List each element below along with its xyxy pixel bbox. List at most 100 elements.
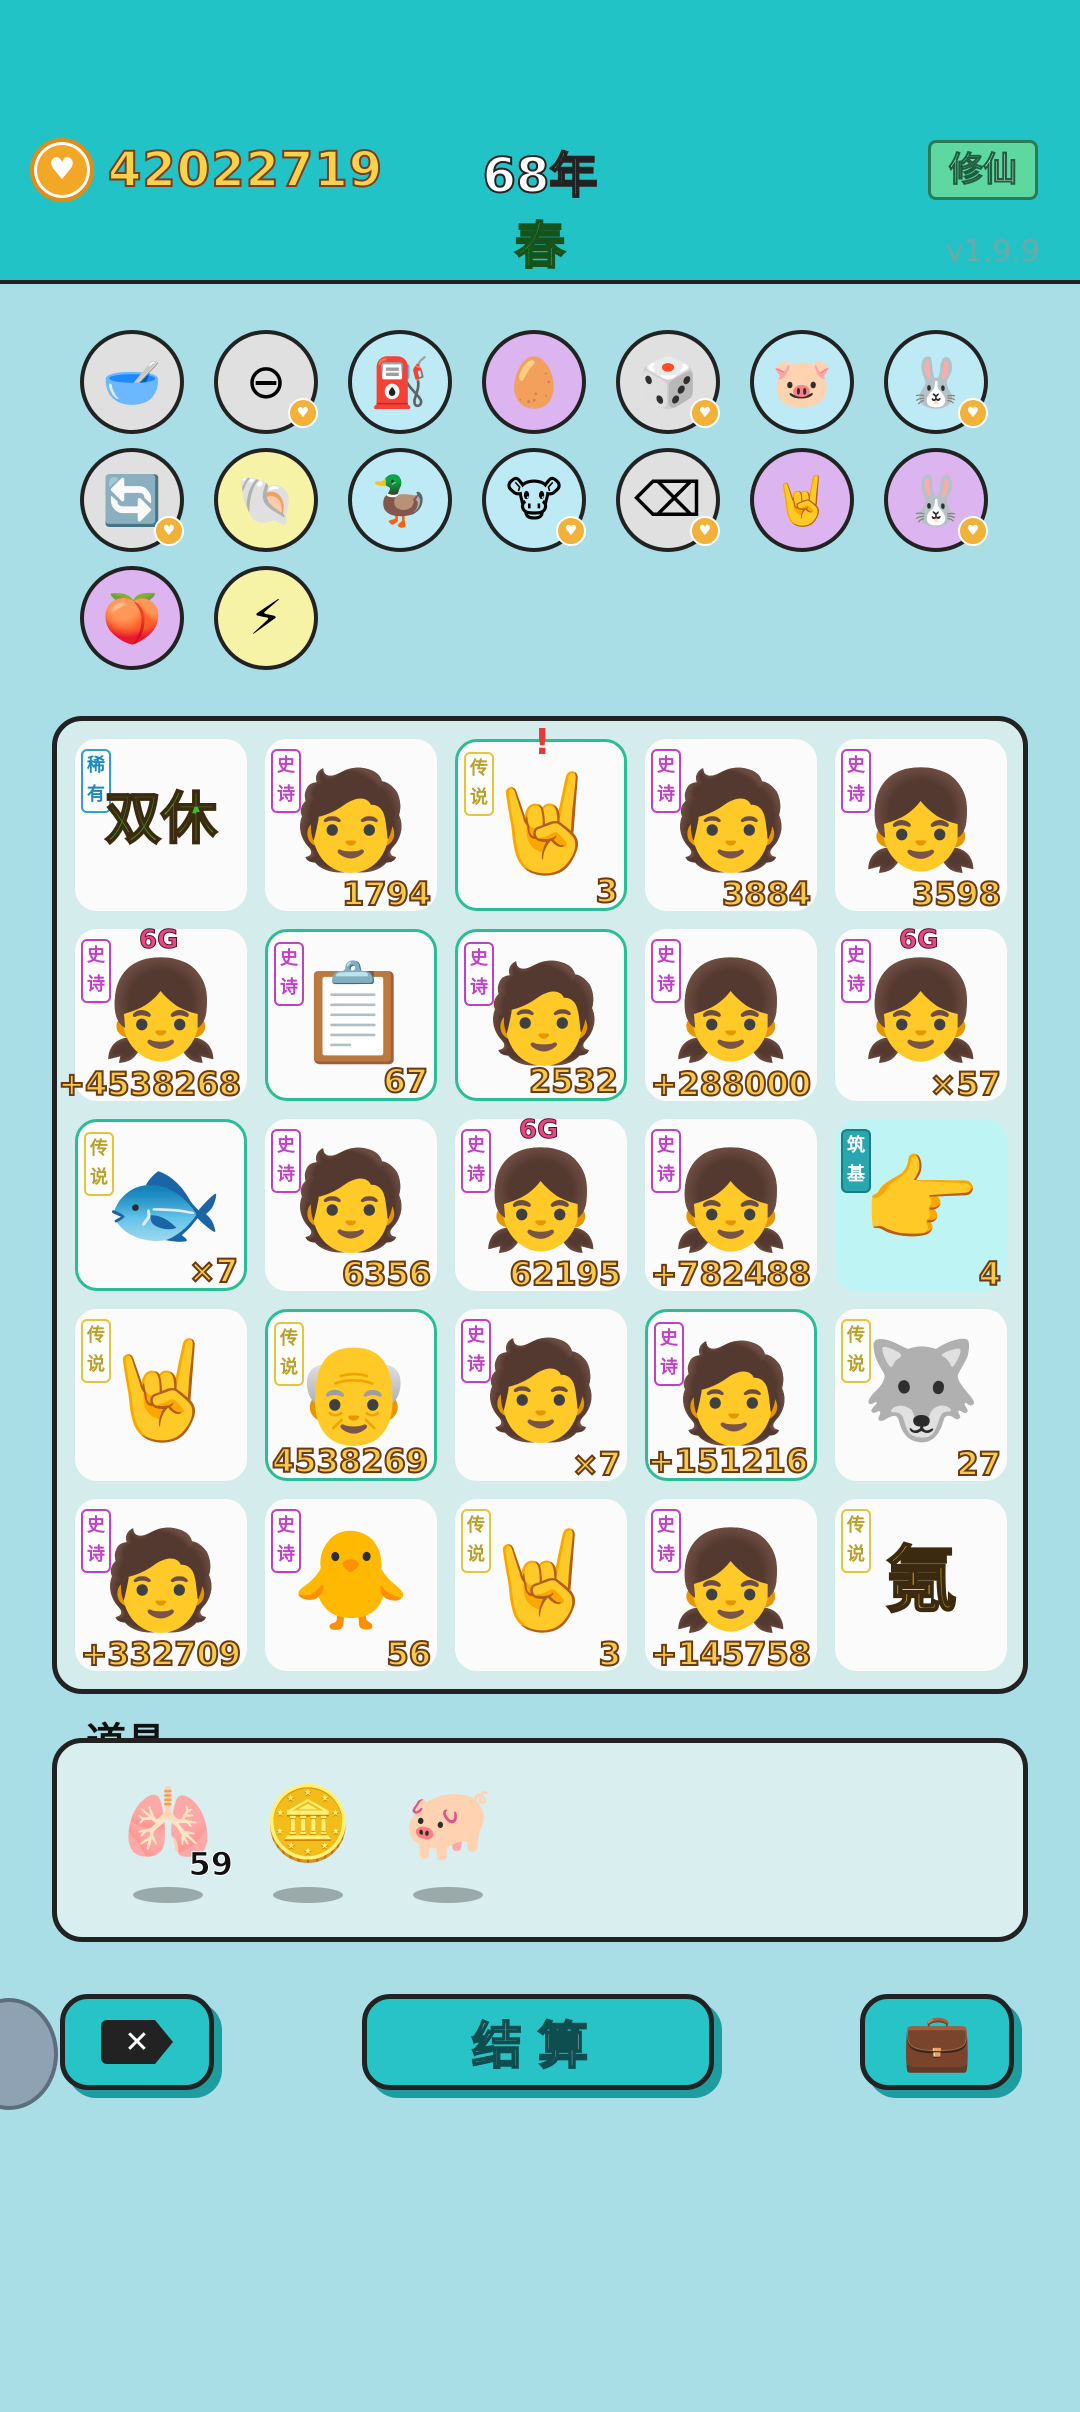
close-button[interactable]: ✕ xyxy=(60,1994,214,2090)
character-icon: 🧑 xyxy=(291,764,411,876)
rock-hand-icon[interactable]: 🤘 xyxy=(750,448,854,552)
board-cell[interactable]: 传说氪 xyxy=(835,1499,1007,1671)
cracked-egg-icon[interactable]: 🥚 xyxy=(482,330,586,434)
board-cell[interactable]: 传说 🤘! 3 xyxy=(455,722,627,911)
rabbit-icon[interactable]: 🐰 ♥ xyxy=(884,330,988,434)
heart-badge-icon: ♥ xyxy=(556,516,586,546)
character-icon: 🤘 xyxy=(481,1524,601,1636)
character-icon: 📋 xyxy=(294,957,414,1069)
item-shadow xyxy=(273,1887,343,1903)
card-text: 双休 xyxy=(104,786,218,853)
board-cell[interactable]: 传说 🤘 xyxy=(75,1309,247,1481)
board-cell[interactable]: 传说 🐟 ×7 xyxy=(75,1119,247,1291)
cow-duo-icon[interactable]: 🐮 ♥ xyxy=(482,448,586,552)
item-slot[interactable]: 🫁 59 xyxy=(113,1773,233,1913)
character-icon: 🤘 xyxy=(484,767,604,879)
card-value: 27 xyxy=(955,1444,1002,1484)
minus-circle-icon[interactable]: ⊖ ♥ xyxy=(214,330,318,434)
delete-key-icon[interactable]: ⌫ ♥ xyxy=(616,448,720,552)
item-shadow xyxy=(133,1887,203,1903)
board-cell[interactable]: 传说 👴 4538269 xyxy=(265,1309,437,1481)
card-value: 2532 xyxy=(528,1061,619,1101)
board-cell[interactable]: 史诗 👧 +145758 xyxy=(645,1499,817,1674)
pirate-peach-icon[interactable]: 🍑 xyxy=(80,566,184,670)
card-value: 1794 xyxy=(341,874,432,914)
board-cell[interactable]: 史诗 🧑 ×7 xyxy=(455,1309,627,1484)
board-cell[interactable]: 史诗 👧 +782488 xyxy=(645,1119,817,1294)
character-icon: 🧑 xyxy=(674,1337,794,1449)
card-value: 3598 xyxy=(911,874,1002,914)
heart-badge-icon: ♥ xyxy=(288,398,318,428)
card-value: ×7 xyxy=(571,1444,622,1484)
card-value: 3884 xyxy=(721,874,812,914)
board-cell[interactable]: 史诗 🐥 56 xyxy=(265,1499,437,1674)
card-value: +288000 xyxy=(650,1064,812,1104)
card-value: 3 xyxy=(598,1634,622,1674)
dice-icon[interactable]: 🎲 ♥ xyxy=(616,330,720,434)
board-cell[interactable]: 史诗 👧 6G ×57 xyxy=(835,925,1007,1104)
character-icon: 👉 xyxy=(861,1144,981,1256)
card-value: 4538269 xyxy=(271,1441,429,1481)
character-icon: 🐟 xyxy=(104,1147,224,1259)
character-icon: 🧑 xyxy=(671,764,791,876)
board-cell[interactable]: 传说 🐺 27 xyxy=(835,1309,1007,1484)
board-cell[interactable]: 史诗 🧑 2532 xyxy=(455,929,627,1101)
rabbit-icon[interactable]: 🐰 ♥ xyxy=(884,448,988,552)
character-icon: 👴 xyxy=(294,1337,414,1449)
board-cell[interactable]: 史诗 🧑 +332709 xyxy=(75,1499,247,1674)
bag-button[interactable]: 💼 xyxy=(860,1994,1014,2090)
character-icon: 🧑 xyxy=(481,1334,601,1446)
settle-button[interactable]: 结算 xyxy=(362,1994,714,2090)
board-cell[interactable]: 史诗 🧑 6356 xyxy=(265,1119,437,1294)
item-slot[interactable]: 🪙 xyxy=(253,1773,363,1913)
board-cell[interactable]: 史诗 👧 6G +4538268 xyxy=(57,925,247,1104)
card-value: +145758 xyxy=(650,1634,812,1674)
board-cell[interactable]: 传说 🤘 3 xyxy=(455,1499,627,1674)
character-icon: 👧 xyxy=(861,954,981,1066)
duck-pot-icon[interactable]: 🦆 xyxy=(348,448,452,552)
dog-food-bowl-icon[interactable]: 🥣 xyxy=(80,330,184,434)
heart-badge-icon: ♥ xyxy=(958,516,988,546)
pink-pig-icon: 🐖 xyxy=(403,1781,493,1865)
card-value: 67 xyxy=(382,1061,429,1101)
avatar[interactable] xyxy=(0,1998,58,2110)
close-icon: ✕ xyxy=(101,2020,173,2064)
season-label: 春 xyxy=(514,216,566,276)
shell-icon[interactable]: 🐚 xyxy=(214,448,318,552)
board-cell[interactable]: 稀有 双休 xyxy=(75,739,247,911)
character-icon: 🧑 xyxy=(101,1524,221,1636)
character-icon: 🧑 xyxy=(484,957,604,1069)
board-cell[interactable]: 史诗 📋 67 xyxy=(265,929,437,1101)
character-icon: 👧 xyxy=(861,764,981,876)
card-value: ×7 xyxy=(188,1251,239,1291)
cultivation-button[interactable]: 修仙 xyxy=(928,140,1038,200)
version-label: v1.9.9 xyxy=(945,234,1040,269)
piggy-bank-icon[interactable]: 🐷 xyxy=(750,330,854,434)
board-cell[interactable]: 史诗 👧 6G 62195 xyxy=(455,1115,627,1294)
heart-badge-icon: ♥ xyxy=(690,398,720,428)
card-value: 4 xyxy=(978,1254,1002,1294)
board-cell[interactable]: 史诗 👧 +288000 xyxy=(645,929,817,1104)
item-slot[interactable]: 🐖 xyxy=(393,1773,503,1913)
card-value: 56 xyxy=(385,1634,432,1674)
card-value: +782488 xyxy=(650,1254,812,1294)
card-value: +151216 xyxy=(647,1441,809,1481)
heart-badge-icon: ♥ xyxy=(154,516,184,546)
briefcase-icon: 💼 xyxy=(902,2010,972,2075)
item-count: 59 xyxy=(188,1845,234,1884)
board-cell[interactable]: 史诗 🧑 3884 xyxy=(645,739,817,914)
board-cell[interactable]: 史诗 🧑 +151216 xyxy=(645,1309,817,1481)
refresh-icon[interactable]: 🔄 ♥ xyxy=(80,448,184,552)
top-bar: ♥ 42022719 68年 春 修仙 v1.9.9 xyxy=(0,0,1080,284)
lightning-icon[interactable]: ⚡ xyxy=(214,566,318,670)
tire-pump-icon[interactable]: ⛽ xyxy=(348,330,452,434)
items-panel: 🫁 59 🪙 🐖 xyxy=(52,1738,1028,1942)
board-cell[interactable]: 史诗 👧 3598 xyxy=(835,739,1007,914)
heart-badge-icon: ♥ xyxy=(690,516,720,546)
character-icon: 👧 xyxy=(481,1144,601,1256)
board-cell[interactable]: 史诗 🧑 1794 xyxy=(265,739,437,914)
network-badge: 6G xyxy=(138,925,179,956)
board-cell[interactable]: 筑基 👉 4 xyxy=(835,1119,1007,1294)
network-badge: 6G xyxy=(898,925,939,956)
card-value: 62195 xyxy=(509,1254,622,1294)
